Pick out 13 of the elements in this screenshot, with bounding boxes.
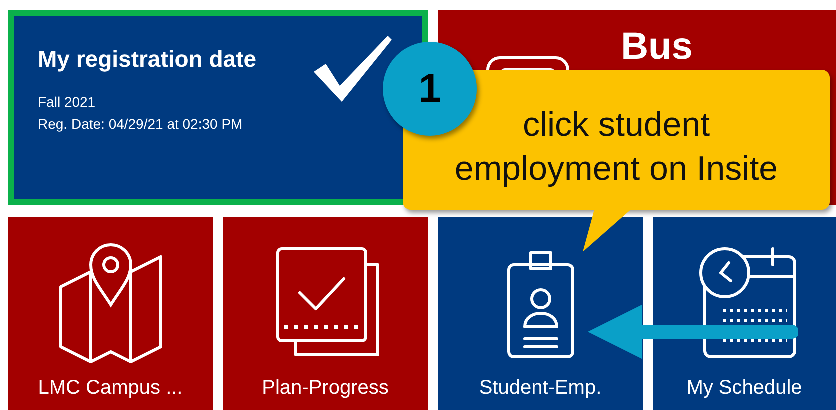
tile-label: LMC Campus ... (38, 377, 183, 400)
registration-date-text: Reg. Date: 04/29/21 at 02:30 PM (38, 115, 243, 134)
checkmark-icon (312, 34, 392, 104)
tile-title: Bus (621, 26, 693, 69)
tile-label: Plan-Progress (262, 377, 389, 400)
tile-label: My Schedule (686, 377, 802, 400)
app-tile[interactable]: Plan-Progress (223, 217, 428, 410)
tile-label: Student-Emp. (479, 377, 602, 400)
app-tile[interactable]: LMC Campus ... (8, 217, 213, 410)
app-tile[interactable]: Student-Emp. (438, 217, 643, 410)
tile-title: My registration date (38, 46, 257, 73)
term-text: Fall 2021 (38, 93, 96, 112)
app-tile[interactable]: My Schedule (653, 217, 836, 410)
